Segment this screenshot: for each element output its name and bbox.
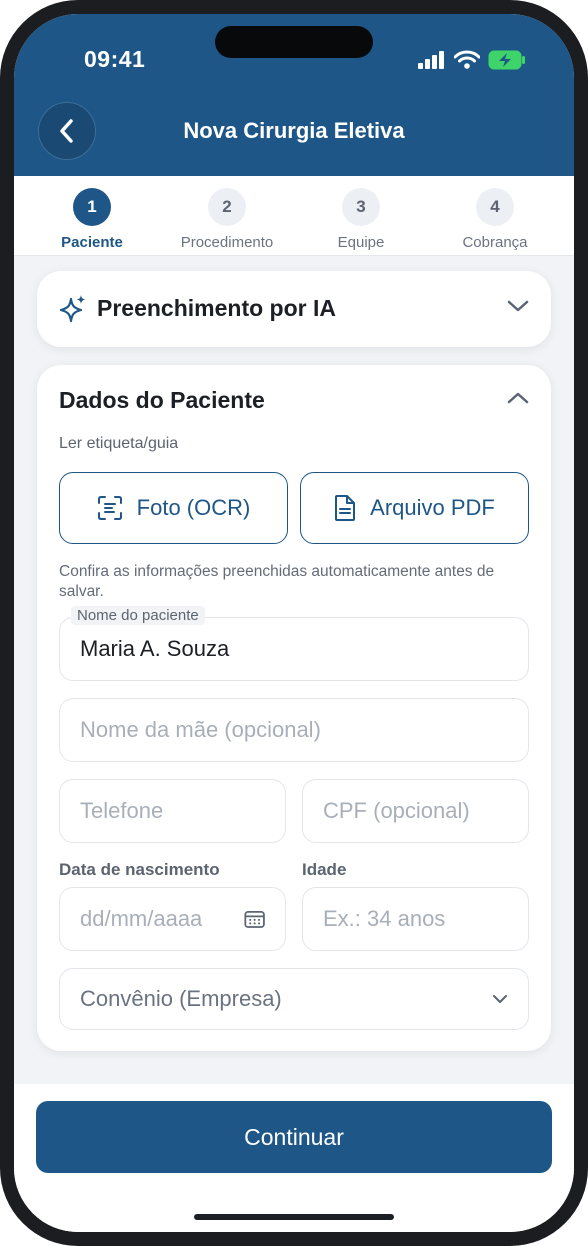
scan-text-icon — [97, 496, 122, 520]
cpf-field — [302, 779, 529, 843]
pdf-button-label: Arquivo PDF — [370, 495, 495, 520]
file-text-icon — [335, 495, 356, 521]
chevron-down-icon — [507, 300, 529, 312]
section-title: Dados do Paciente — [59, 387, 265, 413]
wifi-icon — [454, 50, 480, 69]
scan-label: Ler etiqueta/guia — [59, 435, 179, 452]
app-header: 09:41 Nova Cirurgia Eletiva — [14, 14, 574, 176]
signal-icon — [418, 51, 444, 69]
status-icons — [418, 50, 526, 70]
chevron-down-icon — [493, 995, 507, 1003]
stepper: 1 Paciente 2 Procedimento 3 Equipe 4 Cob… — [14, 176, 574, 256]
step-label: Cobrança — [462, 234, 528, 251]
step-number: 2 — [208, 188, 246, 226]
calendar-icon[interactable] — [244, 908, 265, 930]
home-indicator — [194, 1214, 394, 1220]
patient-name-field — [59, 617, 529, 681]
status-time: 09:41 — [84, 46, 146, 72]
age-label: Idade — [302, 860, 347, 879]
pdf-file-button[interactable]: Arquivo PDF — [300, 472, 529, 544]
birth-date-field — [59, 887, 286, 951]
step-label: Paciente — [61, 234, 123, 251]
chevron-up-icon[interactable] — [507, 391, 529, 405]
step-paciente[interactable]: 1 Paciente — [22, 188, 162, 251]
patient-name-label: Nome do paciente — [71, 606, 205, 625]
battery-charging-icon — [488, 50, 525, 70]
page-title: Nova Cirurgia Eletiva — [183, 118, 405, 143]
ocr-photo-button[interactable]: Foto (OCR) — [59, 472, 288, 544]
step-number: 1 — [73, 188, 111, 226]
ai-fill-card[interactable]: Preenchimento por IA — [37, 271, 551, 347]
step-procedimento[interactable]: 2 Procedimento — [157, 188, 297, 251]
patient-data-card: Dados do Paciente Ler etiqueta/guia Foto… — [37, 365, 551, 1051]
health-plan-select[interactable]: Convênio (Empresa) — [59, 968, 529, 1030]
birth-date-input[interactable] — [80, 906, 244, 932]
mother-name-field — [59, 698, 529, 762]
phone-field — [59, 779, 286, 843]
screen: 09:41 Nova Cirurgia Eletiva 1 Paciente 2… — [14, 14, 574, 1232]
age-input[interactable] — [323, 906, 508, 932]
phone-frame: 09:41 Nova Cirurgia Eletiva 1 Paciente 2… — [0, 0, 588, 1246]
continue-button[interactable]: Continuar — [36, 1101, 552, 1173]
step-label: Procedimento — [180, 234, 274, 251]
ai-fill-title: Preenchimento por IA — [97, 295, 336, 321]
autofill-hint: Confira as informações preenchidas autom… — [59, 563, 495, 600]
health-plan-value: Convênio (Empresa) — [80, 986, 282, 1011]
phone-input[interactable] — [80, 798, 265, 824]
step-equipe[interactable]: 3 Equipe — [291, 188, 431, 251]
step-label: Equipe — [337, 234, 385, 251]
birth-date-label: Data de nascimento — [59, 860, 220, 879]
ocr-button-label: Foto (OCR) — [136, 495, 251, 520]
step-number: 4 — [476, 188, 514, 226]
footer: Continuar — [14, 1084, 574, 1232]
sparkle-icon — [59, 295, 86, 323]
step-cobranca[interactable]: 4 Cobrança — [425, 188, 565, 251]
mother-name-input[interactable] — [80, 717, 508, 743]
dynamic-island — [215, 26, 373, 58]
step-number: 3 — [342, 188, 380, 226]
patient-name-input[interactable] — [80, 636, 508, 662]
cpf-input[interactable] — [323, 798, 508, 824]
age-field — [302, 887, 529, 951]
